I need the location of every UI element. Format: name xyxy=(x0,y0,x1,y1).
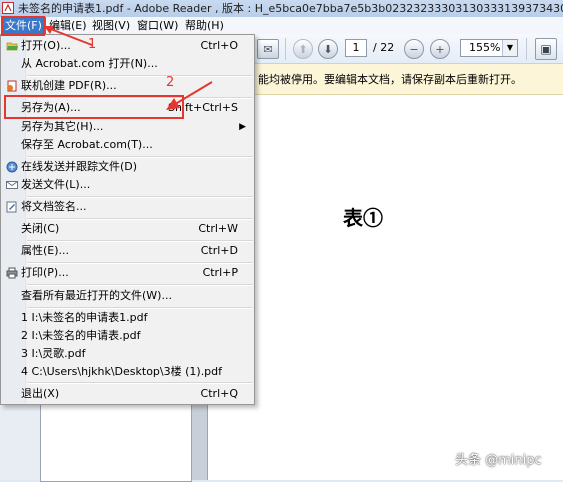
menu-item-send-track[interactable]: 在线发送并跟踪文件(D) xyxy=(1,157,254,177)
printer-icon xyxy=(6,267,18,279)
message-bar: 能均被停用。要编辑本文档，请保存副本后重新打开。 xyxy=(255,64,563,95)
next-page-button[interactable]: ⬇ xyxy=(318,39,338,59)
open-folder-icon xyxy=(6,40,18,52)
menu-window[interactable]: 窗口(W) xyxy=(133,17,182,34)
menu-item-print[interactable]: 打印(P)... Ctrl+P xyxy=(1,263,254,283)
sign-icon xyxy=(6,201,18,213)
menu-item-recent-files[interactable]: 查看所有最近打开的文件(W)... xyxy=(1,286,254,306)
highlight-file-menu xyxy=(1,16,45,36)
menu-item-properties[interactable]: 属性(E)... Ctrl+D xyxy=(1,241,254,261)
previous-page-button[interactable]: ⬆ xyxy=(293,39,313,59)
menu-item-close[interactable]: 关闭(C) Ctrl+W xyxy=(1,219,254,239)
zoom-out-button[interactable]: − xyxy=(404,39,424,59)
menu-item-sign-document[interactable]: 将文档签名... xyxy=(1,197,254,217)
chevron-down-icon[interactable]: ▼ xyxy=(502,40,517,56)
toolbar-separator xyxy=(285,38,286,60)
toolbar-separator xyxy=(526,38,527,60)
create-pdf-icon xyxy=(6,80,18,92)
document-page: 表① xyxy=(207,95,563,480)
envelope-icon xyxy=(6,179,18,191)
title-bar: 未签名的申请表1.pdf - Adobe Reader , 版本 : H_e5b… xyxy=(0,0,563,18)
message-text: 能均被停用。要编辑本文档，请保存副本后重新打开。 xyxy=(258,73,522,86)
menu-item-recent-2[interactable]: 2 I:\未签名的申请表.pdf xyxy=(1,326,254,346)
menu-item-send-file[interactable]: 发送文件(L)... xyxy=(1,175,254,195)
page-number-input[interactable]: 1 xyxy=(345,39,367,57)
menu-item-recent-3[interactable]: 3 I:\灵歌.pdf xyxy=(1,344,254,364)
window-title: 未签名的申请表1.pdf - Adobe Reader , 版本 : H_e5b… xyxy=(18,2,563,15)
menu-item-save-to-acrobat-com[interactable]: 保存至 Acrobat.com(T)... xyxy=(1,135,254,155)
document-heading: 表① xyxy=(343,206,383,230)
email-icon[interactable]: ✉ xyxy=(257,39,279,59)
menu-item-exit[interactable]: 退出(X) Ctrl+Q xyxy=(1,384,254,404)
zoom-select[interactable]: 155% ▼ xyxy=(460,39,518,57)
page-total: / 22 xyxy=(373,41,395,54)
zoom-in-button[interactable]: + xyxy=(430,39,450,59)
send-track-icon xyxy=(6,161,18,173)
toolbar: ✉ ⬆ ⬇ 1 / 22 − + 155% ▼ ▣ xyxy=(255,34,563,64)
menu-help[interactable]: 帮助(H) xyxy=(181,17,228,34)
zoom-value: 155% xyxy=(469,41,501,54)
menu-item-recent-4[interactable]: 4 C:\Users\hjkhk\Desktop\3楼 (1).pdf xyxy=(1,362,254,382)
menu-item-recent-1[interactable]: 1 I:\未签名的申请表1.pdf xyxy=(1,308,254,328)
menu-item-open[interactable]: 打开(O)... Ctrl+O xyxy=(1,36,254,56)
save-icon[interactable]: ▣ xyxy=(535,38,557,60)
step-number-2: 2 xyxy=(166,75,175,90)
adobe-reader-icon xyxy=(2,2,14,14)
step-number-1: 1 xyxy=(88,37,97,52)
highlight-save-as xyxy=(4,95,184,119)
menu-item-open-acrobat-com[interactable]: 从 Acrobat.com 打开(N)... xyxy=(1,54,254,74)
watermark: 头条 @minipc xyxy=(455,453,542,468)
menu-item-save-as-other[interactable]: 另存为其它(H)... ▶ xyxy=(1,117,254,137)
submenu-arrow-icon: ▶ xyxy=(239,122,246,132)
